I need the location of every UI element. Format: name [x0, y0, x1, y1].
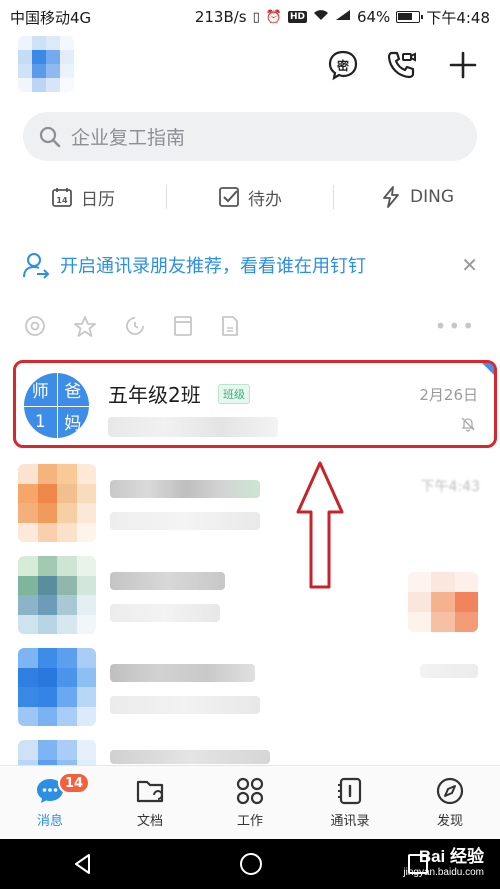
apps-grid-icon	[236, 777, 264, 805]
contact-avatar-blurred	[18, 464, 96, 542]
battery-percent: 64%	[356, 8, 391, 26]
chat-item[interactable]	[0, 552, 500, 644]
call-button[interactable]	[384, 48, 418, 82]
todo-button[interactable]: 待办	[167, 185, 333, 210]
avatar-cell: 妈	[64, 414, 82, 435]
contact-avatar-blurred	[18, 556, 96, 634]
class-tag-badge: 班级	[218, 384, 250, 404]
todo-label: 待办	[248, 189, 282, 210]
calendar-icon: 14	[52, 188, 72, 207]
at-icon[interactable]	[24, 315, 46, 337]
unread-badge: 14	[58, 772, 91, 794]
chat-date: 2月26日	[419, 386, 478, 404]
chat-item[interactable]	[0, 736, 500, 765]
ding-label: DING	[410, 187, 454, 207]
contact-recommend-icon	[23, 253, 50, 279]
svg-text:14: 14	[56, 196, 68, 205]
plus-icon	[449, 51, 477, 79]
tab-contacts[interactable]: 通讯录	[300, 766, 400, 839]
message-filter-bar: •••	[0, 308, 500, 344]
alarm-icon: ⏰	[265, 9, 282, 25]
tab-label: 工作	[236, 814, 263, 829]
carrier-label: 中国移动4G	[10, 8, 92, 27]
chat-item[interactable]: 下午4:43	[0, 460, 500, 552]
tab-label: 文档	[136, 814, 163, 829]
chat-item-class[interactable]: 师 爸 1 妈 五年级2班 班级 2月26日	[13, 360, 497, 448]
signal-icon	[335, 9, 351, 25]
baidu-jingyan-watermark: Bai 经验 jingyan.baidu.com	[403, 847, 484, 878]
tab-discover[interactable]: 发现	[400, 766, 500, 839]
mute-icon	[461, 417, 475, 432]
avatar-cell: 爸	[64, 381, 82, 402]
chat-item[interactable]	[0, 644, 500, 736]
watermark-url: jingyan.baidu.com	[403, 866, 484, 878]
secret-label: 密	[336, 58, 349, 73]
phone-call-icon	[387, 51, 416, 79]
star-icon[interactable]	[73, 315, 97, 337]
battery-icon	[396, 11, 424, 23]
tab-work[interactable]: 工作	[200, 766, 300, 839]
status-bar: 中国移动4G 213B/s ▯ ⏰ HD 64% 下午4:48	[0, 0, 500, 34]
back-icon[interactable]	[71, 852, 95, 876]
search-bar[interactable]: 企业复工指南	[23, 112, 477, 161]
more-icon[interactable]: •••	[435, 314, 476, 338]
calendar-button[interactable]: 14 日历	[0, 185, 166, 210]
chat-name: 五年级2班	[108, 383, 201, 407]
wifi-icon	[313, 9, 329, 25]
network-speed: 213B/s	[194, 8, 247, 26]
compass-icon	[436, 777, 464, 805]
secret-chat-button[interactable]: 密	[326, 48, 360, 82]
add-button[interactable]	[446, 48, 480, 82]
bottom-tab-bar: 14 消息 文档 工作 通讯录 发现	[0, 765, 500, 839]
document-icon[interactable]	[220, 315, 240, 337]
pinned-corner-icon	[482, 363, 494, 375]
quick-actions-bar: 14 日历 待办 DING	[0, 176, 500, 218]
class-group-avatar: 师 爸 1 妈	[24, 373, 89, 438]
search-icon	[39, 126, 61, 147]
calendar-label: 日历	[81, 189, 115, 210]
avatar-cell: 1	[34, 411, 46, 432]
vibrate-icon: ▯	[252, 9, 260, 25]
tab-label: 发现	[436, 814, 463, 829]
contact-recommend-banner[interactable]: 开启通讯录朋友推荐，看看谁在用钉钉 ✕	[0, 243, 500, 287]
home-icon[interactable]	[238, 851, 264, 877]
avatar-cell: 师	[31, 381, 49, 402]
tab-label: 消息	[36, 814, 63, 829]
bookmark-icon[interactable]	[173, 315, 193, 337]
tab-docs[interactable]: 文档	[100, 766, 200, 839]
clock-icon[interactable]	[124, 315, 146, 337]
folder-icon	[136, 780, 164, 803]
hd-icon: HD	[287, 11, 307, 23]
contact-avatar-blurred	[18, 648, 96, 726]
close-icon[interactable]: ✕	[461, 253, 478, 277]
search-placeholder: 企业复工指南	[71, 127, 186, 149]
contacts-icon	[338, 777, 362, 805]
chat-time: 下午4:43	[420, 479, 480, 495]
watermark-brand: Bai 经验	[418, 847, 484, 866]
clock-time: 下午4:48	[426, 8, 490, 27]
my-avatar[interactable]	[18, 36, 74, 92]
tab-label: 通讯录	[330, 814, 370, 829]
tab-messages[interactable]: 14 消息	[0, 766, 100, 839]
todo-icon	[219, 187, 239, 207]
ding-button[interactable]: DING	[334, 186, 500, 208]
ding-icon	[383, 186, 399, 208]
chat-preview-blurred	[108, 417, 278, 437]
banner-text: 开启通讯录朋友推荐，看看谁在用钉钉	[60, 256, 366, 277]
